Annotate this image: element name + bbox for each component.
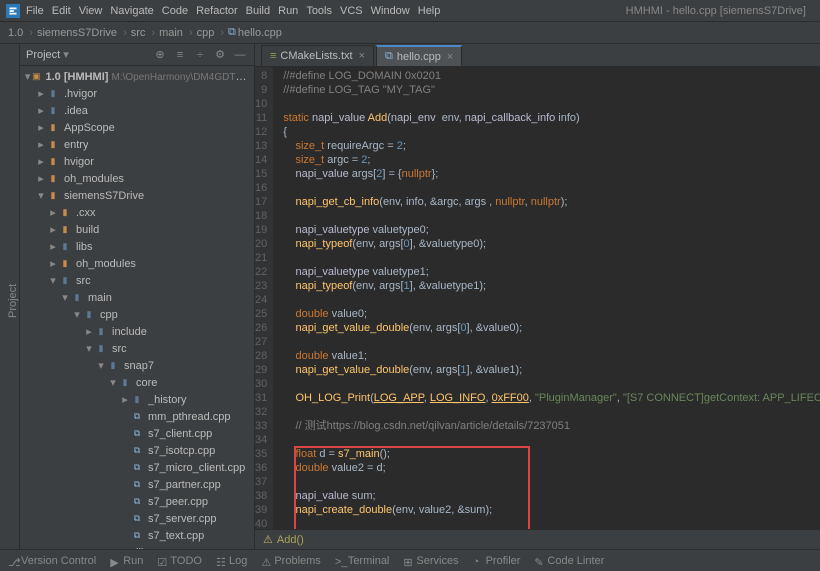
editor-area: ≡ CMakeLists.txt × ⧉ hello.cpp × 8910111… (255, 44, 820, 549)
statusbar: ⎇Version Control ▶Run ☑TODO ☷Log ⚠Proble… (0, 549, 820, 571)
menu-item[interactable]: File (26, 5, 44, 17)
menu-item[interactable]: VCS (340, 5, 363, 17)
gear-icon[interactable]: ⚙ (212, 47, 228, 63)
menu-item[interactable]: Help (418, 5, 441, 17)
tree-folder[interactable]: ▸▮build (20, 221, 254, 238)
scope-label[interactable]: Add() (277, 534, 304, 546)
tree-folder[interactable]: ▸▮_history (20, 391, 254, 408)
tree-folder[interactable]: ▾▮core (20, 374, 254, 391)
menu-item[interactable]: Run (278, 5, 298, 17)
tree-folder[interactable]: ▸▮.idea (20, 102, 254, 119)
left-tool-strip: Project Bookmarks Structure (0, 44, 20, 549)
tree-folder[interactable]: ▸▮hvigor (20, 153, 254, 170)
tree-folder[interactable]: ▾▮src (20, 272, 254, 289)
app-icon (6, 4, 20, 18)
tree-file[interactable]: ⧉s7_peer.cpp (20, 493, 254, 510)
status-item[interactable]: ⚠Problems (261, 555, 320, 567)
crumb[interactable]: src (131, 27, 146, 39)
tree-folder[interactable]: ▾▮siemensS7Drive (20, 187, 254, 204)
tree-root[interactable]: ▾▣1.0 [HMHMI] M:\OpenHarmony\DM4GDTU\dmd… (20, 68, 254, 85)
panel-title: Project (26, 49, 60, 61)
editor-tab[interactable]: ≡ CMakeLists.txt × (261, 45, 374, 66)
crumb[interactable]: 1.0 (8, 27, 23, 39)
tree-file[interactable]: ⧉s7_client.cpp (20, 425, 254, 442)
editor-tab[interactable]: ⧉ hello.cpp × (376, 45, 462, 66)
menu-item[interactable]: Navigate (110, 5, 153, 17)
editor-breadcrumb: ⚠ Add() (255, 529, 820, 549)
status-item[interactable]: ☑TODO (157, 555, 202, 567)
status-item[interactable]: ⎇Version Control (8, 555, 96, 567)
tree-file[interactable]: ⧉mm_pthread.cpp (20, 408, 254, 425)
tree-file[interactable]: ⧉s7_micro_client.cpp (20, 459, 254, 476)
crumb-file-icon: ⧉ (228, 26, 236, 39)
tree-folder[interactable]: ▾▮snap7 (20, 357, 254, 374)
crumb[interactable]: hello.cpp (238, 27, 282, 39)
menu-item[interactable]: Code (162, 5, 188, 17)
dropdown-icon[interactable]: ▾ (63, 48, 69, 61)
menu-item[interactable]: Tools (306, 5, 332, 17)
status-item[interactable]: ✎Code Linter (534, 555, 604, 567)
menu-item[interactable]: View (79, 5, 103, 17)
crumb[interactable]: siemensS7Drive (37, 27, 117, 39)
tree-folder[interactable]: ▸▮.cxx (20, 204, 254, 221)
menu-item[interactable]: Build (246, 5, 270, 17)
close-icon[interactable]: × (359, 50, 365, 62)
tool-tab-project[interactable]: Project (7, 52, 19, 549)
crumb[interactable]: cpp (197, 27, 215, 39)
status-item[interactable]: ◔Profiler (473, 555, 521, 567)
menu-item[interactable]: Refactor (196, 5, 238, 17)
tree-folder[interactable]: ▸▮oh_modules (20, 255, 254, 272)
code-editor[interactable]: 8910111213141516171819202122232425262728… (255, 67, 820, 529)
tree-folder[interactable]: ▸▮AppScope (20, 119, 254, 136)
file-icon: ⧉ (385, 50, 393, 63)
tree-folder[interactable]: ▸▮include (20, 323, 254, 340)
tree-file[interactable]: ⧉s7_isotcp.cpp (20, 442, 254, 459)
close-icon[interactable]: × (447, 51, 453, 63)
tree-folder[interactable]: ▸▮oh_modules (20, 170, 254, 187)
tree-folder[interactable]: ▸▮entry (20, 136, 254, 153)
tree-folder[interactable]: ▾▮lib (20, 544, 254, 549)
tree-folder[interactable]: ▾▮src (20, 340, 254, 357)
tree-file[interactable]: ⧉s7_server.cpp (20, 510, 254, 527)
menubar: File Edit View Navigate Code Refactor Bu… (0, 0, 820, 22)
status-item[interactable]: >_Terminal (335, 555, 390, 567)
menu-item[interactable]: Window (371, 5, 410, 17)
status-item[interactable]: ▶Run (110, 555, 143, 567)
collapse-icon[interactable]: ÷ (192, 47, 208, 63)
target-icon[interactable]: ⊕ (152, 47, 168, 63)
tree-file[interactable]: ⧉s7_partner.cpp (20, 476, 254, 493)
editor-tabs: ≡ CMakeLists.txt × ⧉ hello.cpp × (255, 44, 820, 67)
project-panel: Project ▾ ⊕ ≡ ÷ ⚙ — ▾▣1.0 [HMHMI] M:\Ope… (20, 44, 255, 549)
file-icon: ≡ (270, 50, 276, 62)
line-gutter: 8910111213141516171819202122232425262728… (255, 67, 273, 529)
crumb[interactable]: main (159, 27, 183, 39)
breadcrumb-bar: 1.0› siemensS7Drive› src› main› cpp› ⧉ h… (0, 22, 820, 44)
status-item[interactable]: ☷Log (216, 555, 247, 567)
expand-icon[interactable]: ≡ (172, 47, 188, 63)
tree-folder[interactable]: ▾▮cpp (20, 306, 254, 323)
hide-icon[interactable]: — (232, 47, 248, 63)
project-tree[interactable]: ▾▣1.0 [HMHMI] M:\OpenHarmony\DM4GDTU\dmd… (20, 66, 254, 549)
tree-folder[interactable]: ▸▮.hvigor (20, 85, 254, 102)
tree-folder[interactable]: ▸▮libs (20, 238, 254, 255)
tree-folder[interactable]: ▾▮main (20, 289, 254, 306)
warn-icon: ⚠ (263, 533, 273, 546)
menu-item[interactable]: Edit (52, 5, 71, 17)
window-title: HMHMI - hello.cpp [siemensS7Drive] (626, 5, 806, 17)
tree-file[interactable]: ⧉s7_text.cpp (20, 527, 254, 544)
code-text[interactable]: //#define LOG_DOMAIN 0x0201//#define LOG… (273, 67, 820, 529)
status-item[interactable]: ⊞Services (403, 555, 458, 567)
